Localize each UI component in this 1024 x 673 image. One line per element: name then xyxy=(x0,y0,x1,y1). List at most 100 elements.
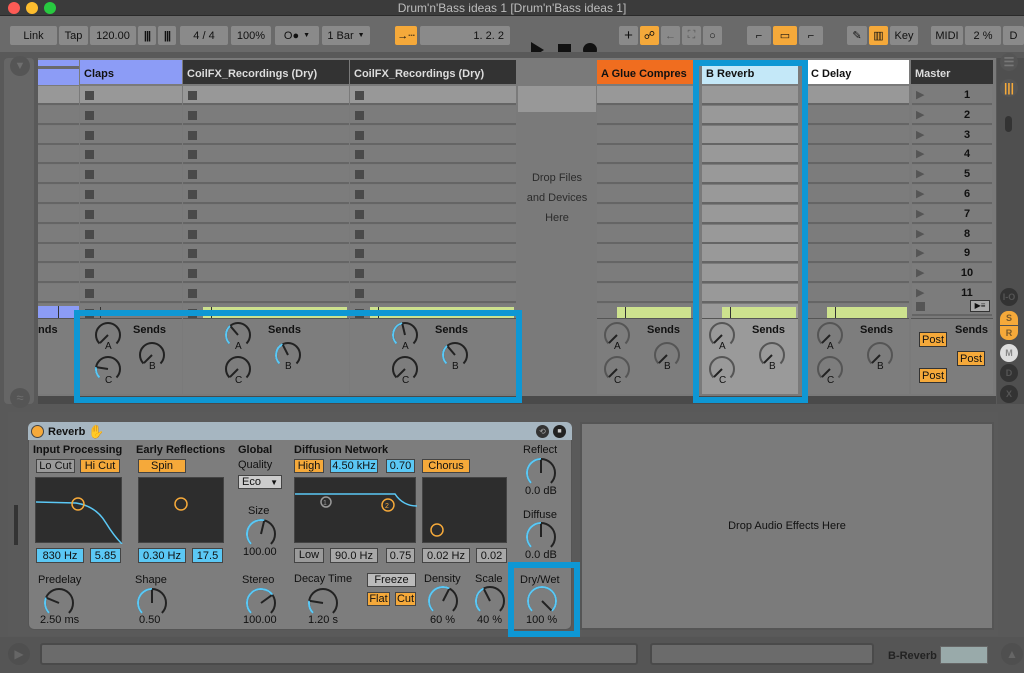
lo-cut-button[interactable]: Lo Cut xyxy=(36,459,75,473)
clip-slot[interactable] xyxy=(183,284,349,303)
clip-stop-button[interactable] xyxy=(188,170,197,180)
clip-slot[interactable] xyxy=(350,105,516,125)
clip-slot[interactable] xyxy=(183,204,349,224)
clip-slot[interactable] xyxy=(807,125,909,145)
arrangement-position-field[interactable]: 1. 2. 2 xyxy=(420,26,510,45)
clip-slot[interactable] xyxy=(350,224,516,244)
post-toggle-b[interactable]: Post xyxy=(957,351,986,366)
scene-row[interactable]: ▶ 4 xyxy=(912,145,992,165)
clip-stop-button[interactable] xyxy=(355,249,364,259)
scene-row[interactable]: ▶ 7 xyxy=(912,204,992,224)
high-freq-field[interactable]: 4.50 kHz xyxy=(330,459,378,473)
clip-stop-button[interactable] xyxy=(355,269,364,279)
clip-slot[interactable] xyxy=(807,185,909,204)
returns-toggle[interactable]: R xyxy=(1000,326,1018,340)
high-value-field[interactable]: 0.70 xyxy=(386,459,415,473)
clip-stop-button[interactable] xyxy=(355,110,364,120)
clip-stop-button[interactable] xyxy=(188,229,197,239)
clip-stop-button[interactable] xyxy=(188,91,197,100)
clip-slot[interactable] xyxy=(597,145,693,165)
return-header-c[interactable]: C Delay xyxy=(807,60,909,84)
clip-slot[interactable] xyxy=(350,284,516,303)
draw-mode-icon[interactable]: ✎ xyxy=(847,26,867,45)
scene-row[interactable]: ▶ 10 xyxy=(912,264,992,284)
midi-map-button[interactable]: MIDI xyxy=(931,26,963,45)
device-resize-handle[interactable] xyxy=(14,505,18,545)
clip-slot[interactable] xyxy=(807,204,909,224)
drywet-knob[interactable] xyxy=(526,585,558,617)
save-preset-icon[interactable]: ■ xyxy=(553,425,566,438)
time-signature-field[interactable]: 4 / 4 xyxy=(180,26,228,45)
follow-icon[interactable]: →┄ xyxy=(395,26,417,45)
device-chain-thumbnail[interactable] xyxy=(940,646,988,664)
clip-stop-button[interactable] xyxy=(355,91,364,100)
clip-slot[interactable] xyxy=(597,204,693,224)
clip-slot[interactable] xyxy=(38,244,79,264)
low-value-field[interactable]: 0.75 xyxy=(386,548,415,563)
scene-row[interactable]: ▶ 9 xyxy=(912,244,992,264)
clip-slot[interactable] xyxy=(183,125,349,145)
chorus-amount-field[interactable]: 0.02 xyxy=(476,548,507,563)
hot-swap-icon[interactable]: ⟲ xyxy=(536,425,549,438)
scene-launch-icon[interactable]: ▶ xyxy=(916,128,924,141)
clip-slot[interactable] xyxy=(80,165,182,185)
clip-slot[interactable] xyxy=(597,224,693,244)
input-freq-field[interactable]: 830 Hz xyxy=(36,548,84,563)
clip-slot[interactable] xyxy=(80,125,182,145)
clip-slot[interactable] xyxy=(38,105,79,125)
scene-row[interactable]: ▶ 5 xyxy=(912,165,992,185)
clip-slot[interactable] xyxy=(183,105,349,125)
spin-button[interactable]: Spin xyxy=(138,459,186,473)
shape-knob[interactable] xyxy=(136,587,168,619)
scene-row[interactable]: ▶ 6 xyxy=(912,185,992,204)
spin-amount-field[interactable]: 17.5 xyxy=(192,548,223,563)
clip-slot[interactable] xyxy=(80,145,182,165)
scene-row[interactable]: ▶ 3 xyxy=(912,125,992,145)
clip-slot[interactable] xyxy=(350,204,516,224)
clip-slot[interactable] xyxy=(38,145,79,165)
drop-audio-effects-area[interactable]: Drop Audio Effects Here xyxy=(580,422,994,630)
clip-slot[interactable] xyxy=(807,86,909,105)
clip-slot[interactable] xyxy=(38,204,79,224)
hi-cut-button[interactable]: Hi Cut xyxy=(80,459,120,473)
post-toggle-a[interactable]: Post xyxy=(919,332,948,347)
clip-slot[interactable] xyxy=(597,185,693,204)
vertical-scrollbar[interactable] xyxy=(1005,116,1012,132)
session-record-icon[interactable]: ○ xyxy=(703,26,722,45)
track-header-coilfx-2[interactable]: CoilFX_Recordings (Dry) xyxy=(350,60,516,84)
clip-stop-button[interactable] xyxy=(188,249,197,259)
input-filter-graph[interactable] xyxy=(35,477,123,545)
stereo-knob[interactable] xyxy=(245,587,277,619)
clip-slot[interactable] xyxy=(597,264,693,284)
clip-slot[interactable] xyxy=(183,244,349,264)
clip-stop-button[interactable] xyxy=(85,209,94,219)
input-q-field[interactable]: 5.85 xyxy=(90,548,121,563)
clip-slot[interactable] xyxy=(807,165,909,185)
capture-icon[interactable]: ⛶ xyxy=(682,26,701,45)
scene-launch-icon[interactable]: ▶ xyxy=(916,207,924,220)
clip-stop-button[interactable] xyxy=(85,229,94,239)
clip-slot[interactable] xyxy=(183,145,349,165)
clip-slot[interactable] xyxy=(350,125,516,145)
clip-stop-button[interactable] xyxy=(355,170,364,180)
clip-slot[interactable] xyxy=(597,125,693,145)
clip-stop-button[interactable] xyxy=(85,150,94,160)
scene-row[interactable]: ▶ 2 xyxy=(912,105,992,125)
clip-slot[interactable] xyxy=(38,284,79,303)
clip-slot[interactable] xyxy=(80,264,182,284)
low-freq-field[interactable]: 90.0 Hz xyxy=(330,548,378,563)
scene-launch-icon[interactable]: ▶ xyxy=(916,147,924,160)
clip-stop-button[interactable] xyxy=(85,289,94,298)
scene-launch-icon[interactable]: ▶ xyxy=(916,187,924,200)
clip-stop-button[interactable] xyxy=(85,130,94,140)
chorus-rate-field[interactable]: 0.02 Hz xyxy=(422,548,470,563)
clip-slot[interactable] xyxy=(80,105,182,125)
io-toggle[interactable]: I-O xyxy=(1000,288,1018,306)
clip-slot[interactable] xyxy=(80,185,182,204)
track-header-claps[interactable]: Claps xyxy=(80,60,182,84)
stop-all-clips-button[interactable] xyxy=(916,302,925,311)
info-view-toggle-icon[interactable]: ▶ xyxy=(8,643,30,665)
nudge-up-icon[interactable]: ||| xyxy=(158,26,176,45)
size-knob[interactable] xyxy=(245,518,277,550)
clip-slot[interactable] xyxy=(80,284,182,303)
